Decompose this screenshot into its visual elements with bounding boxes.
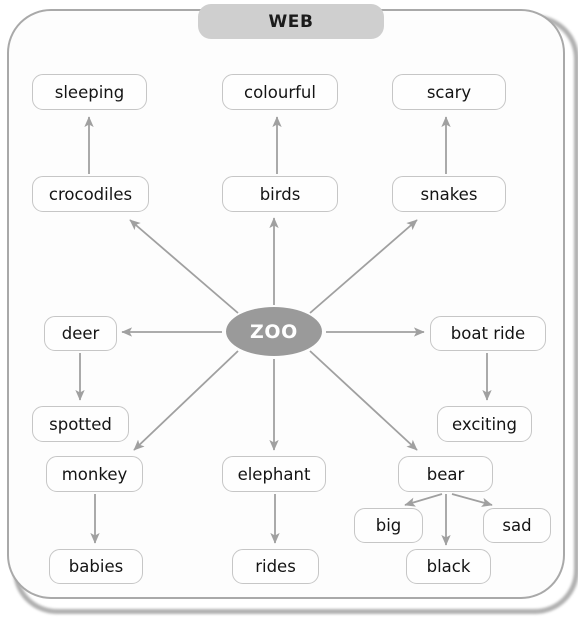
node-sleeping-label: sleeping <box>54 82 125 102</box>
node-snakes-label: snakes <box>420 184 478 204</box>
node-sad-label: sad <box>502 516 532 535</box>
node-boat-ride[interactable]: boat ride <box>430 316 546 351</box>
node-bear[interactable]: bear <box>398 456 493 492</box>
node-spotted-label: spotted <box>49 414 112 434</box>
edge-bear-to-big-arrow-icon <box>404 493 443 507</box>
node-scary[interactable]: scary <box>392 74 506 110</box>
node-colourful-label: colourful <box>244 82 316 102</box>
node-scary-label: scary <box>426 82 472 102</box>
edge-zoo-to-snakes-arrow-icon <box>309 219 418 314</box>
edge-zoo-to-monkey-arrow-icon <box>133 350 239 451</box>
node-deer[interactable]: deer <box>44 316 117 351</box>
edge-zoo-to-bear-arrow-icon <box>309 350 418 451</box>
node-snakes[interactable]: snakes <box>392 176 506 212</box>
node-deer-label: deer <box>61 324 100 343</box>
node-bear-label: bear <box>426 464 465 484</box>
edge-bear-to-sad-arrow-icon <box>451 493 493 507</box>
node-rides-label: rides <box>255 557 296 576</box>
node-birds-label: birds <box>259 184 301 204</box>
node-sad[interactable]: sad <box>483 508 551 543</box>
node-monkey[interactable]: monkey <box>46 456 143 492</box>
node-spotted[interactable]: spotted <box>32 406 129 442</box>
node-exciting-label: exciting <box>452 414 517 434</box>
edge-zoo-to-crocodiles-arrow-icon <box>129 219 239 314</box>
node-monkey-label: monkey <box>61 464 128 484</box>
node-big[interactable]: big <box>354 508 423 543</box>
node-boat-ride-label: boat ride <box>450 324 526 343</box>
node-black[interactable]: black <box>406 549 491 584</box>
node-elephant[interactable]: elephant <box>222 456 326 492</box>
node-babies[interactable]: babies <box>49 549 143 584</box>
node-crocodiles-label: crocodiles <box>48 184 133 204</box>
node-babies-label: babies <box>68 557 124 576</box>
web-diagram-page: WEB sleeping colourful scary crocodiles bird… <box>0 0 578 622</box>
node-rides[interactable]: rides <box>232 549 319 584</box>
node-zoo[interactable]: ZOO <box>226 307 322 356</box>
node-black-label: black <box>426 557 471 576</box>
node-sleeping[interactable]: sleeping <box>32 74 147 110</box>
node-crocodiles[interactable]: crocodiles <box>32 176 149 212</box>
node-exciting[interactable]: exciting <box>437 406 532 442</box>
node-elephant-label: elephant <box>237 464 311 484</box>
node-zoo-label: ZOO <box>250 320 298 343</box>
node-big-label: big <box>375 516 402 535</box>
node-birds[interactable]: birds <box>222 176 338 212</box>
node-colourful[interactable]: colourful <box>222 74 338 110</box>
